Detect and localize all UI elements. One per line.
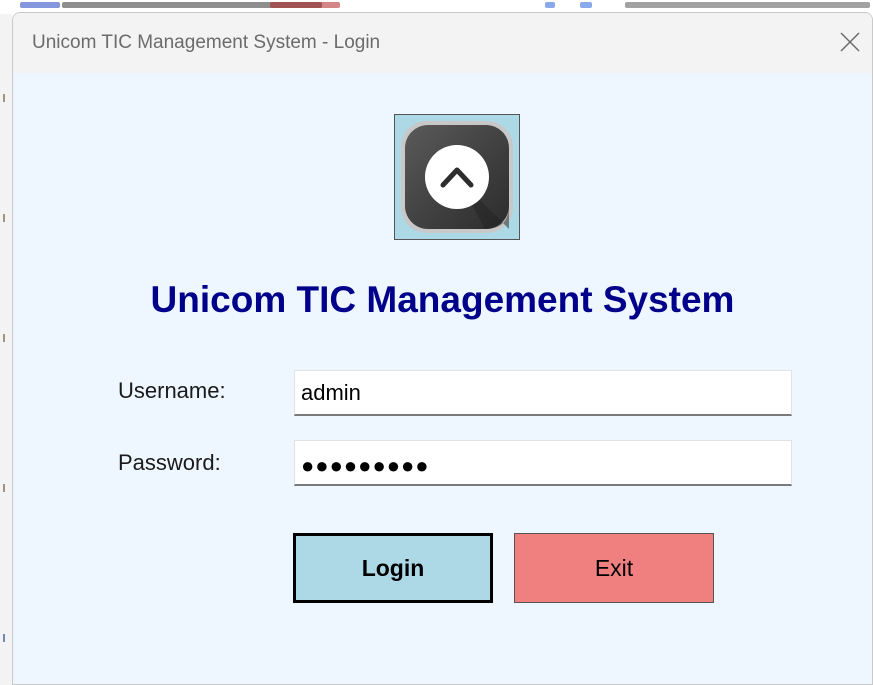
username-input[interactable] [294, 370, 792, 416]
background-app-edge [0, 14, 12, 685]
login-button-label: Login [361, 554, 425, 581]
title-bar[interactable]: Unicom TIC Management System - Login [13, 13, 872, 73]
close-button[interactable] [826, 13, 872, 73]
exit-button[interactable]: Exit [514, 533, 714, 603]
close-icon [840, 32, 860, 52]
password-input[interactable] [294, 440, 792, 486]
page-heading: Unicom TIC Management System [150, 279, 735, 320]
login-button[interactable]: Login [293, 533, 493, 603]
chevron-up-circle-icon [401, 121, 513, 233]
password-label: Password: [118, 450, 221, 475]
username-label: Username: [118, 378, 226, 403]
login-dialog: Unicom TIC Management System - Login Uni… [12, 12, 873, 685]
app-logo [394, 114, 520, 240]
window-title: Unicom TIC Management System - Login [32, 32, 381, 53]
exit-button-label: Exit [594, 554, 634, 581]
